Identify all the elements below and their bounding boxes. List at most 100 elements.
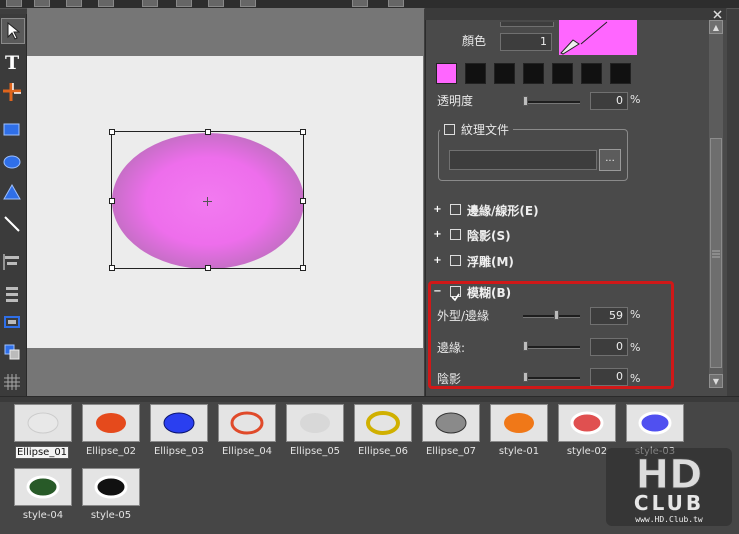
distribute-tool[interactable] [1, 282, 23, 306]
triangle-tool[interactable] [1, 180, 23, 204]
blur-shadow-field[interactable]: 0 [590, 368, 628, 386]
gallery-item-label[interactable]: Ellipse_06 [348, 446, 418, 457]
section-label[interactable]: 浮雕(M) [467, 253, 514, 270]
blur-shape-field[interactable]: 59 [590, 307, 628, 325]
toolbar-button[interactable] [176, 0, 192, 7]
watermark-club-text: CLUB [634, 491, 704, 515]
gallery-item-label[interactable]: style-05 [76, 510, 146, 521]
color-swatch[interactable] [581, 63, 602, 84]
scroll-thumb[interactable] [710, 138, 722, 368]
expand-icon[interactable]: + [433, 256, 442, 266]
gallery-item-label[interactable]: Ellipse_02 [76, 446, 146, 457]
toolbar-button[interactable] [98, 0, 114, 7]
resize-handle[interactable] [109, 129, 115, 135]
gallery-thumbnail[interactable] [354, 404, 412, 442]
gallery-item-label[interactable]: Ellipse_05 [280, 446, 350, 457]
toolbar-button[interactable] [240, 0, 256, 7]
opacity-slider[interactable] [523, 101, 580, 104]
gallery-thumbnail[interactable] [82, 404, 140, 442]
gallery-item-label[interactable]: Ellipse_07 [416, 446, 486, 457]
color-preview[interactable] [559, 20, 637, 55]
blur-edge-field[interactable]: 0 [590, 338, 628, 356]
texture-checkbox[interactable] [444, 123, 455, 135]
line-tool[interactable] [1, 212, 23, 236]
toolbar-button[interactable] [352, 0, 368, 7]
opacity-slider-knob[interactable] [523, 96, 528, 106]
blur-edge-slider-knob[interactable] [523, 341, 528, 351]
section-label[interactable]: 邊緣/線形(E) [467, 202, 539, 219]
close-icon[interactable] [713, 10, 722, 19]
gallery-thumbnail[interactable] [150, 404, 208, 442]
texture-file-input[interactable] [449, 150, 597, 170]
resize-handle[interactable] [109, 198, 115, 204]
gallery-thumbnail[interactable] [490, 404, 548, 442]
gallery-item-label[interactable]: style-01 [484, 446, 554, 457]
toolbar-button[interactable] [388, 0, 404, 7]
section-label[interactable]: 陰影(S) [467, 227, 511, 244]
expand-icon[interactable]: + [433, 230, 442, 240]
color-swatch[interactable] [552, 63, 573, 84]
resize-handle[interactable] [205, 129, 211, 135]
resize-handle[interactable] [300, 265, 306, 271]
browse-button[interactable]: ... [599, 149, 621, 171]
color-swatch[interactable] [465, 63, 486, 84]
gallery-thumbnail[interactable] [422, 404, 480, 442]
section-checkbox[interactable] [450, 229, 461, 240]
toolbar-button[interactable] [66, 0, 82, 7]
ellipse-icon [3, 155, 21, 169]
tool-palette: T [0, 14, 27, 396]
scroll-down-button[interactable]: ▼ [709, 374, 723, 388]
color-number-field[interactable]: 1 [500, 33, 552, 51]
crop-tool[interactable] [1, 80, 23, 104]
ellipse-preview-icon [163, 412, 195, 434]
crosshair-icon [203, 197, 212, 206]
toolbar-button[interactable] [34, 0, 50, 7]
opacity-field[interactable]: 0 [590, 92, 628, 110]
blur-shadow-slider[interactable] [523, 377, 580, 380]
ellipse-tool[interactable] [1, 150, 23, 174]
scroll-up-button[interactable]: ▲ [709, 20, 723, 34]
arrange-tool[interactable] [1, 340, 23, 364]
gallery-thumbnail[interactable] [14, 468, 72, 506]
gallery-thumbnail[interactable] [218, 404, 276, 442]
resize-handle[interactable] [300, 129, 306, 135]
group-icon [4, 316, 20, 328]
color-swatch[interactable] [436, 63, 457, 84]
gallery-thumbnail[interactable] [82, 468, 140, 506]
toolbar-button[interactable] [142, 0, 158, 7]
blur-edge-slider[interactable] [523, 346, 580, 349]
color-swatch[interactable] [610, 63, 631, 84]
resize-handle[interactable] [300, 198, 306, 204]
toolbar-button[interactable] [6, 0, 22, 7]
gallery-thumbnail[interactable] [626, 404, 684, 442]
toolbar-button[interactable] [208, 0, 224, 7]
percent-label: % [630, 341, 641, 354]
align-tool[interactable] [1, 250, 23, 274]
gallery-item-label[interactable]: Ellipse_04 [212, 446, 282, 457]
texture-legend: 紋理文件 [440, 121, 514, 137]
panel-scrollbar[interactable]: ▲ ▼ [709, 20, 723, 388]
blur-shape-slider[interactable] [523, 315, 580, 318]
resize-handle[interactable] [109, 265, 115, 271]
ellipse-preview-icon [94, 475, 128, 499]
group-tool[interactable] [1, 310, 23, 334]
section-checkbox[interactable] [450, 255, 461, 266]
color-swatch[interactable] [523, 63, 544, 84]
resize-handle[interactable] [205, 265, 211, 271]
section-checkbox[interactable] [450, 204, 461, 215]
gallery-thumbnail[interactable] [14, 404, 72, 442]
color-swatch[interactable] [494, 63, 515, 84]
grid-tool[interactable] [1, 370, 23, 394]
ellipse-preview-icon [230, 411, 264, 435]
gallery-thumbnail[interactable] [558, 404, 616, 442]
blur-shadow-slider-knob[interactable] [523, 372, 528, 382]
text-tool[interactable]: T [1, 50, 23, 74]
gallery-item-label[interactable]: style-04 [8, 510, 78, 521]
pointer-tool[interactable] [1, 18, 25, 44]
gallery-item-label[interactable]: Ellipse_03 [144, 446, 214, 457]
blur-shape-slider-knob[interactable] [554, 310, 559, 320]
gallery-item-label[interactable]: Ellipse_01 [15, 446, 69, 459]
rectangle-tool[interactable] [1, 118, 23, 142]
expand-icon[interactable]: + [433, 205, 442, 215]
gallery-thumbnail[interactable] [286, 404, 344, 442]
